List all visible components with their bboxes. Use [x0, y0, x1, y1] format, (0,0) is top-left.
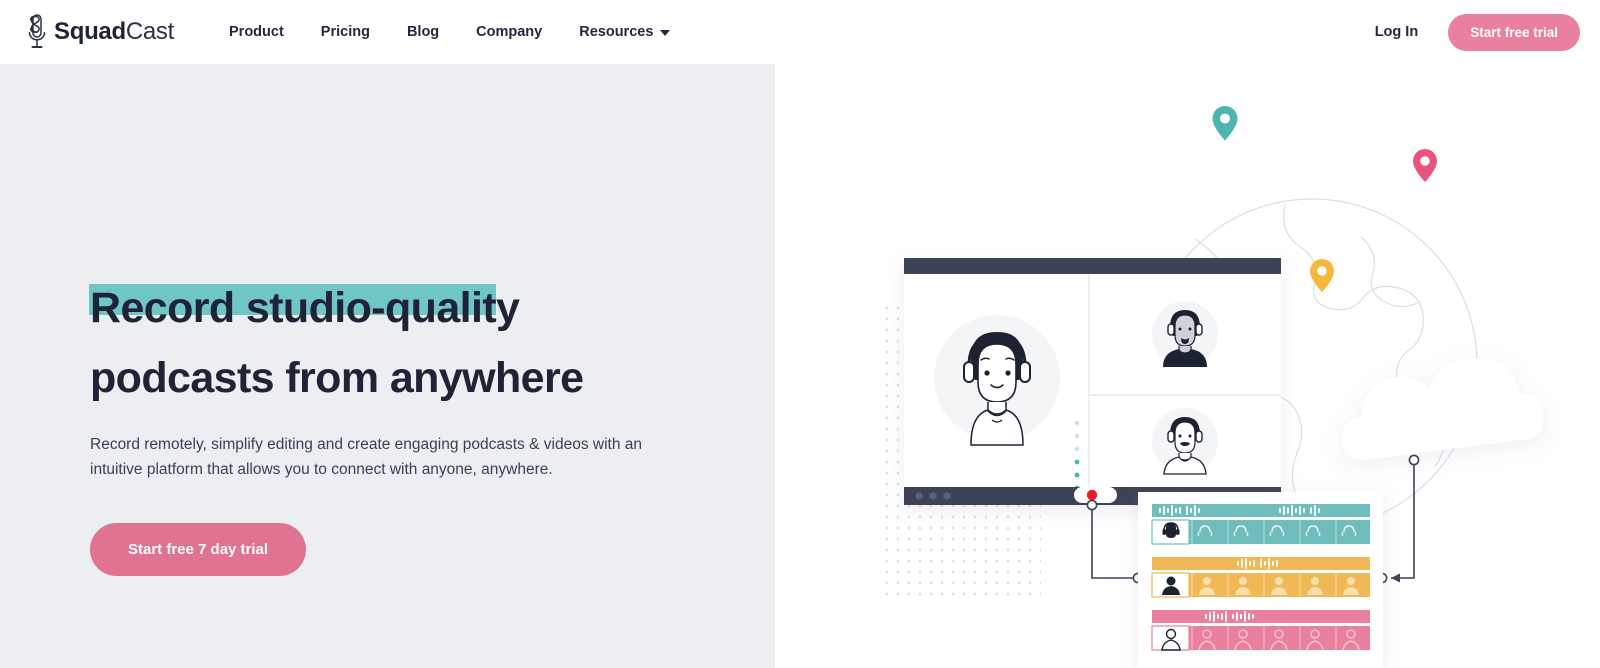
brand-wordmark: SquadCast — [54, 18, 174, 46]
headline-line-1-text: Record studio-quality — [90, 284, 520, 332]
chevron-down-icon — [660, 30, 671, 36]
control-dot-1 — [915, 492, 923, 500]
nav-item-resources[interactable]: Resources — [579, 24, 671, 40]
record-button[interactable] — [1074, 487, 1117, 503]
brand-name-light: Cast — [125, 18, 174, 45]
login-link[interactable]: Log In — [1375, 24, 1419, 40]
hero-illustration-svg — [883, 106, 1543, 668]
nav-links: Product Pricing Blog Company Resources — [229, 24, 671, 40]
track-pink-waveform-bar — [1152, 610, 1370, 623]
start-free-trial-button[interactable]: Start free trial — [1448, 13, 1580, 51]
map-pin-teal — [1212, 106, 1238, 141]
track-teal[interactable] — [1151, 504, 1370, 545]
headline-line-1: Record studio-quality — [89, 280, 520, 337]
participant-avatar-2 — [1152, 408, 1218, 475]
arrow-head-icon — [1391, 573, 1400, 583]
hero-illustration — [775, 64, 1600, 668]
nav-item-pricing-label: Pricing — [320, 24, 370, 40]
window-title-bar — [904, 258, 1281, 274]
nav-item-company-label: Company — [476, 24, 543, 40]
track-amber[interactable] — [1151, 557, 1370, 598]
hero-subcopy: Record remotely, simplify editing and cr… — [90, 436, 642, 479]
microphone-icon — [28, 14, 46, 48]
connector-left — [1086, 499, 1144, 584]
brand-name-bold: Squad — [54, 18, 126, 45]
nav-item-pricing[interactable]: Pricing — [321, 24, 370, 40]
nav-item-product[interactable]: Product — [229, 24, 284, 40]
hero-cta-button[interactable]: Start free 7 day trial — [90, 522, 307, 576]
control-dot-2 — [929, 492, 937, 500]
brand-logo[interactable]: SquadCast — [24, 13, 174, 51]
control-dot-3 — [943, 492, 951, 500]
nav-actions: Log In Start free trial — [1375, 13, 1580, 51]
nav-item-resources-label: Resources — [579, 24, 654, 40]
nav-item-company[interactable]: Company — [476, 24, 542, 40]
headline-line-2: podcasts from anywhere — [90, 354, 584, 403]
record-dot-icon — [1086, 489, 1098, 501]
track-pink[interactable] — [1151, 610, 1370, 651]
page-title: Record studio-quality podcasts from anyw… — [89, 280, 730, 407]
nav-item-product-label: Product — [229, 24, 284, 40]
top-navbar: SquadCast Product Pricing Blog Company R… — [0, 0, 1600, 64]
hero-section: Record studio-quality podcasts from anyw… — [0, 64, 1600, 668]
hero-copy: Record studio-quality podcasts from anyw… — [89, 280, 730, 576]
track-teal-waveform-bar — [1152, 504, 1370, 517]
landing-page: SquadCast Product Pricing Blog Company R… — [0, 0, 1600, 668]
map-pin-pink — [1413, 149, 1437, 182]
participant-avatar-1 — [1152, 301, 1218, 367]
timeline-panel — [1138, 492, 1383, 668]
video-call-window — [904, 258, 1281, 505]
nav-item-blog[interactable]: Blog — [407, 24, 439, 40]
nav-item-blog-label: Blog — [406, 24, 440, 40]
